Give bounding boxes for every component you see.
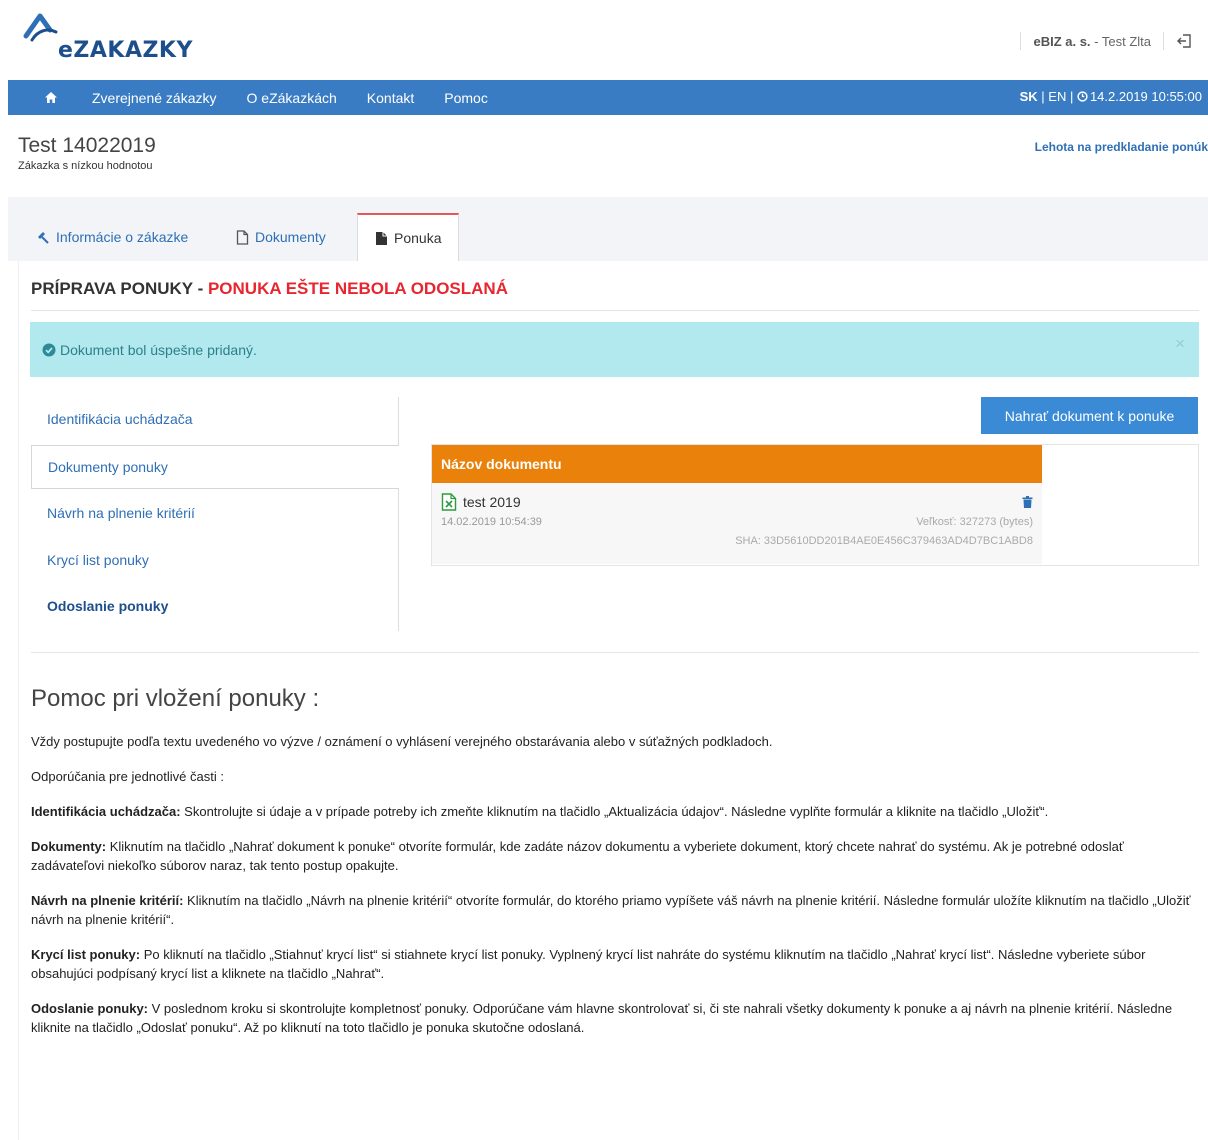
help-item-documents: Dokumenty: Kliknutím na tlačidlo „Nahrať… [31,837,1197,875]
document-sha: SHA: 33D5610DD201B4AE0E456C379463AD4D7BC… [735,535,1033,547]
lang-sk[interactable]: SK [1020,89,1038,104]
table-header: Názov dokumentu [432,445,1042,483]
page-title-block: Test 14022019 Zákazka s nízkou hodnotou [18,134,156,172]
help-section: Pomoc pri vložení ponuky : Vždy postupuj… [31,685,1197,1053]
user-name: - Test Zlta [1090,33,1151,49]
lang-en[interactable]: | EN | [1038,89,1077,104]
menu-item-cover-sheet[interactable]: Krycí list ponuky [31,538,399,582]
upload-document-button[interactable]: Nahrať dokument k ponuke [981,397,1198,434]
help-recommend: Odporúčania pre jednotlivé časti : [31,769,224,784]
menu-item-criteria-proposal[interactable]: Návrh na plnenie kritérií [31,491,399,535]
trash-icon[interactable] [1022,496,1033,511]
help-item-label: Identifikácia uchádzača: [31,804,181,819]
logo-text: eZAKAZKY [58,38,193,63]
help-item-text: Kliknutím na tlačidlo „Nahrať dokument k… [31,839,1124,873]
help-item-label: Dokumenty: [31,839,107,854]
tab-label: Dokumenty [255,229,326,245]
clock-icon [1077,91,1088,102]
offer-status: PONUKA EŠTE NEBOLA ODOSLANÁ [207,279,508,298]
document-name-cell: test 2019 [441,493,521,511]
nav-item-help[interactable]: Pomoc [444,90,488,106]
help-intro: Vždy postupujte podľa textu uvedeného vo… [31,734,773,749]
help-item-label: Krycí list ponuky: [31,947,141,962]
document-name-link[interactable]: test 2019 [463,494,521,510]
help-item-label: Odoslanie ponuky: [31,1001,149,1016]
success-alert: Dokument bol úspešne pridaný. × [30,322,1199,377]
divider [1163,32,1164,50]
tab-bar: Informácie o zákazke Dokumenty Ponuka [8,197,1208,261]
document-date: 14.02.2019 10:54:39 [441,516,542,528]
top-bar: eZAKAZKY eBIZ a. s. - Test Zlta [0,0,1208,80]
tab-label: Informácie o zákazke [56,229,189,245]
table-row: test 2019 14.02.2019 10:54:39 Veľkosť: 3… [432,483,1042,564]
help-item-text: Po kliknutí na tlačidlo „Stiahnuť krycí … [31,947,1146,981]
nav-right-info: SK | EN | 14.2.2019 10:55:00 [1020,89,1202,104]
tab-tender-info[interactable]: Informácie o zákazke [36,213,188,261]
help-item-text: Skontrolujte si údaje a v prípade potreb… [180,804,1049,819]
divider [1020,32,1022,50]
documents-panel: Názov dokumentu test 2019 14.02.2019 10:… [431,444,1199,566]
deadline-link[interactable]: Lehota na predkladanie ponúk [1035,140,1208,154]
nav-item-contact[interactable]: Kontakt [367,90,414,106]
offer-steps-menu: Identifikácia uchádzača Dokumenty ponuky… [31,397,399,631]
help-item-text: Kliknutím na tlačidlo „Návrh na plnenie … [31,893,1191,927]
document-size: Veľkosť: 327273 (bytes) [916,516,1033,528]
offer-content: PRÍPRAVA PONUKY - PONUKA EŠTE NEBOLA ODO… [18,261,1208,1140]
menu-item-bidder-identification[interactable]: Identifikácia uchádzača [31,397,399,441]
nav-item-public-tenders[interactable]: Zverejnené zákazky [92,90,217,106]
menu-item-offer-documents[interactable]: Dokumenty ponuky [31,445,399,489]
gavel-icon [38,232,49,244]
help-item-cover-sheet: Krycí list ponuky: Po kliknutí na tlačid… [31,945,1197,983]
close-icon[interactable]: × [1175,334,1185,354]
alert-message: Dokument bol úspešne pridaný. [60,341,257,358]
documents-table: Názov dokumentu test 2019 14.02.2019 10:… [432,445,1042,564]
tab-documents[interactable]: Dokumenty [236,213,326,261]
excel-file-icon [441,493,457,511]
divider [31,652,1199,653]
user-account-link[interactable]: eBIZ a. s. - Test Zlta [1033,34,1151,49]
help-item-text: V poslednom kroku si skontrolujte komple… [31,1001,1173,1035]
user-area: eBIZ a. s. - Test Zlta [1008,32,1194,50]
nav-item-about[interactable]: O eZákazkách [247,90,337,106]
logout-icon[interactable] [1176,32,1194,50]
help-title: Pomoc pri vložení ponuky : [31,685,320,712]
logo-mark-icon [23,13,58,42]
file-solid-icon [376,231,387,245]
page-title: Test 14022019 [18,134,156,157]
help-item-send: Odoslanie ponuky: V poslednom kroku si s… [31,999,1197,1037]
check-circle-icon [42,343,56,356]
divider [31,310,1199,311]
tab-label: Ponuka [394,230,442,246]
home-icon[interactable] [38,91,64,104]
company-name: eBIZ a. s. [1033,33,1091,49]
help-item-criteria: Návrh na plnenie kritérií: Kliknutím na … [31,891,1197,929]
help-item-label: Návrh na plnenie kritérií: [31,893,184,908]
page-subtitle: Zákazka s nízkou hodnotou [18,160,153,172]
current-datetime: 14.2.2019 10:55:00 [1089,89,1202,104]
section-heading: PRÍPRAVA PONUKY - PONUKA EŠTE NEBOLA ODO… [31,279,508,299]
section-heading-text: PRÍPRAVA PONUKY - [31,279,208,298]
menu-item-send-offer[interactable]: Odoslanie ponuky [31,584,399,628]
main-navbar: Zverejnené zákazky O eZákazkách Kontakt … [8,80,1208,115]
help-item-identification: Identifikácia uchádzača: Skontrolujte si… [31,802,1197,821]
tab-offer[interactable]: Ponuka [357,213,460,261]
file-outline-icon [236,229,249,245]
